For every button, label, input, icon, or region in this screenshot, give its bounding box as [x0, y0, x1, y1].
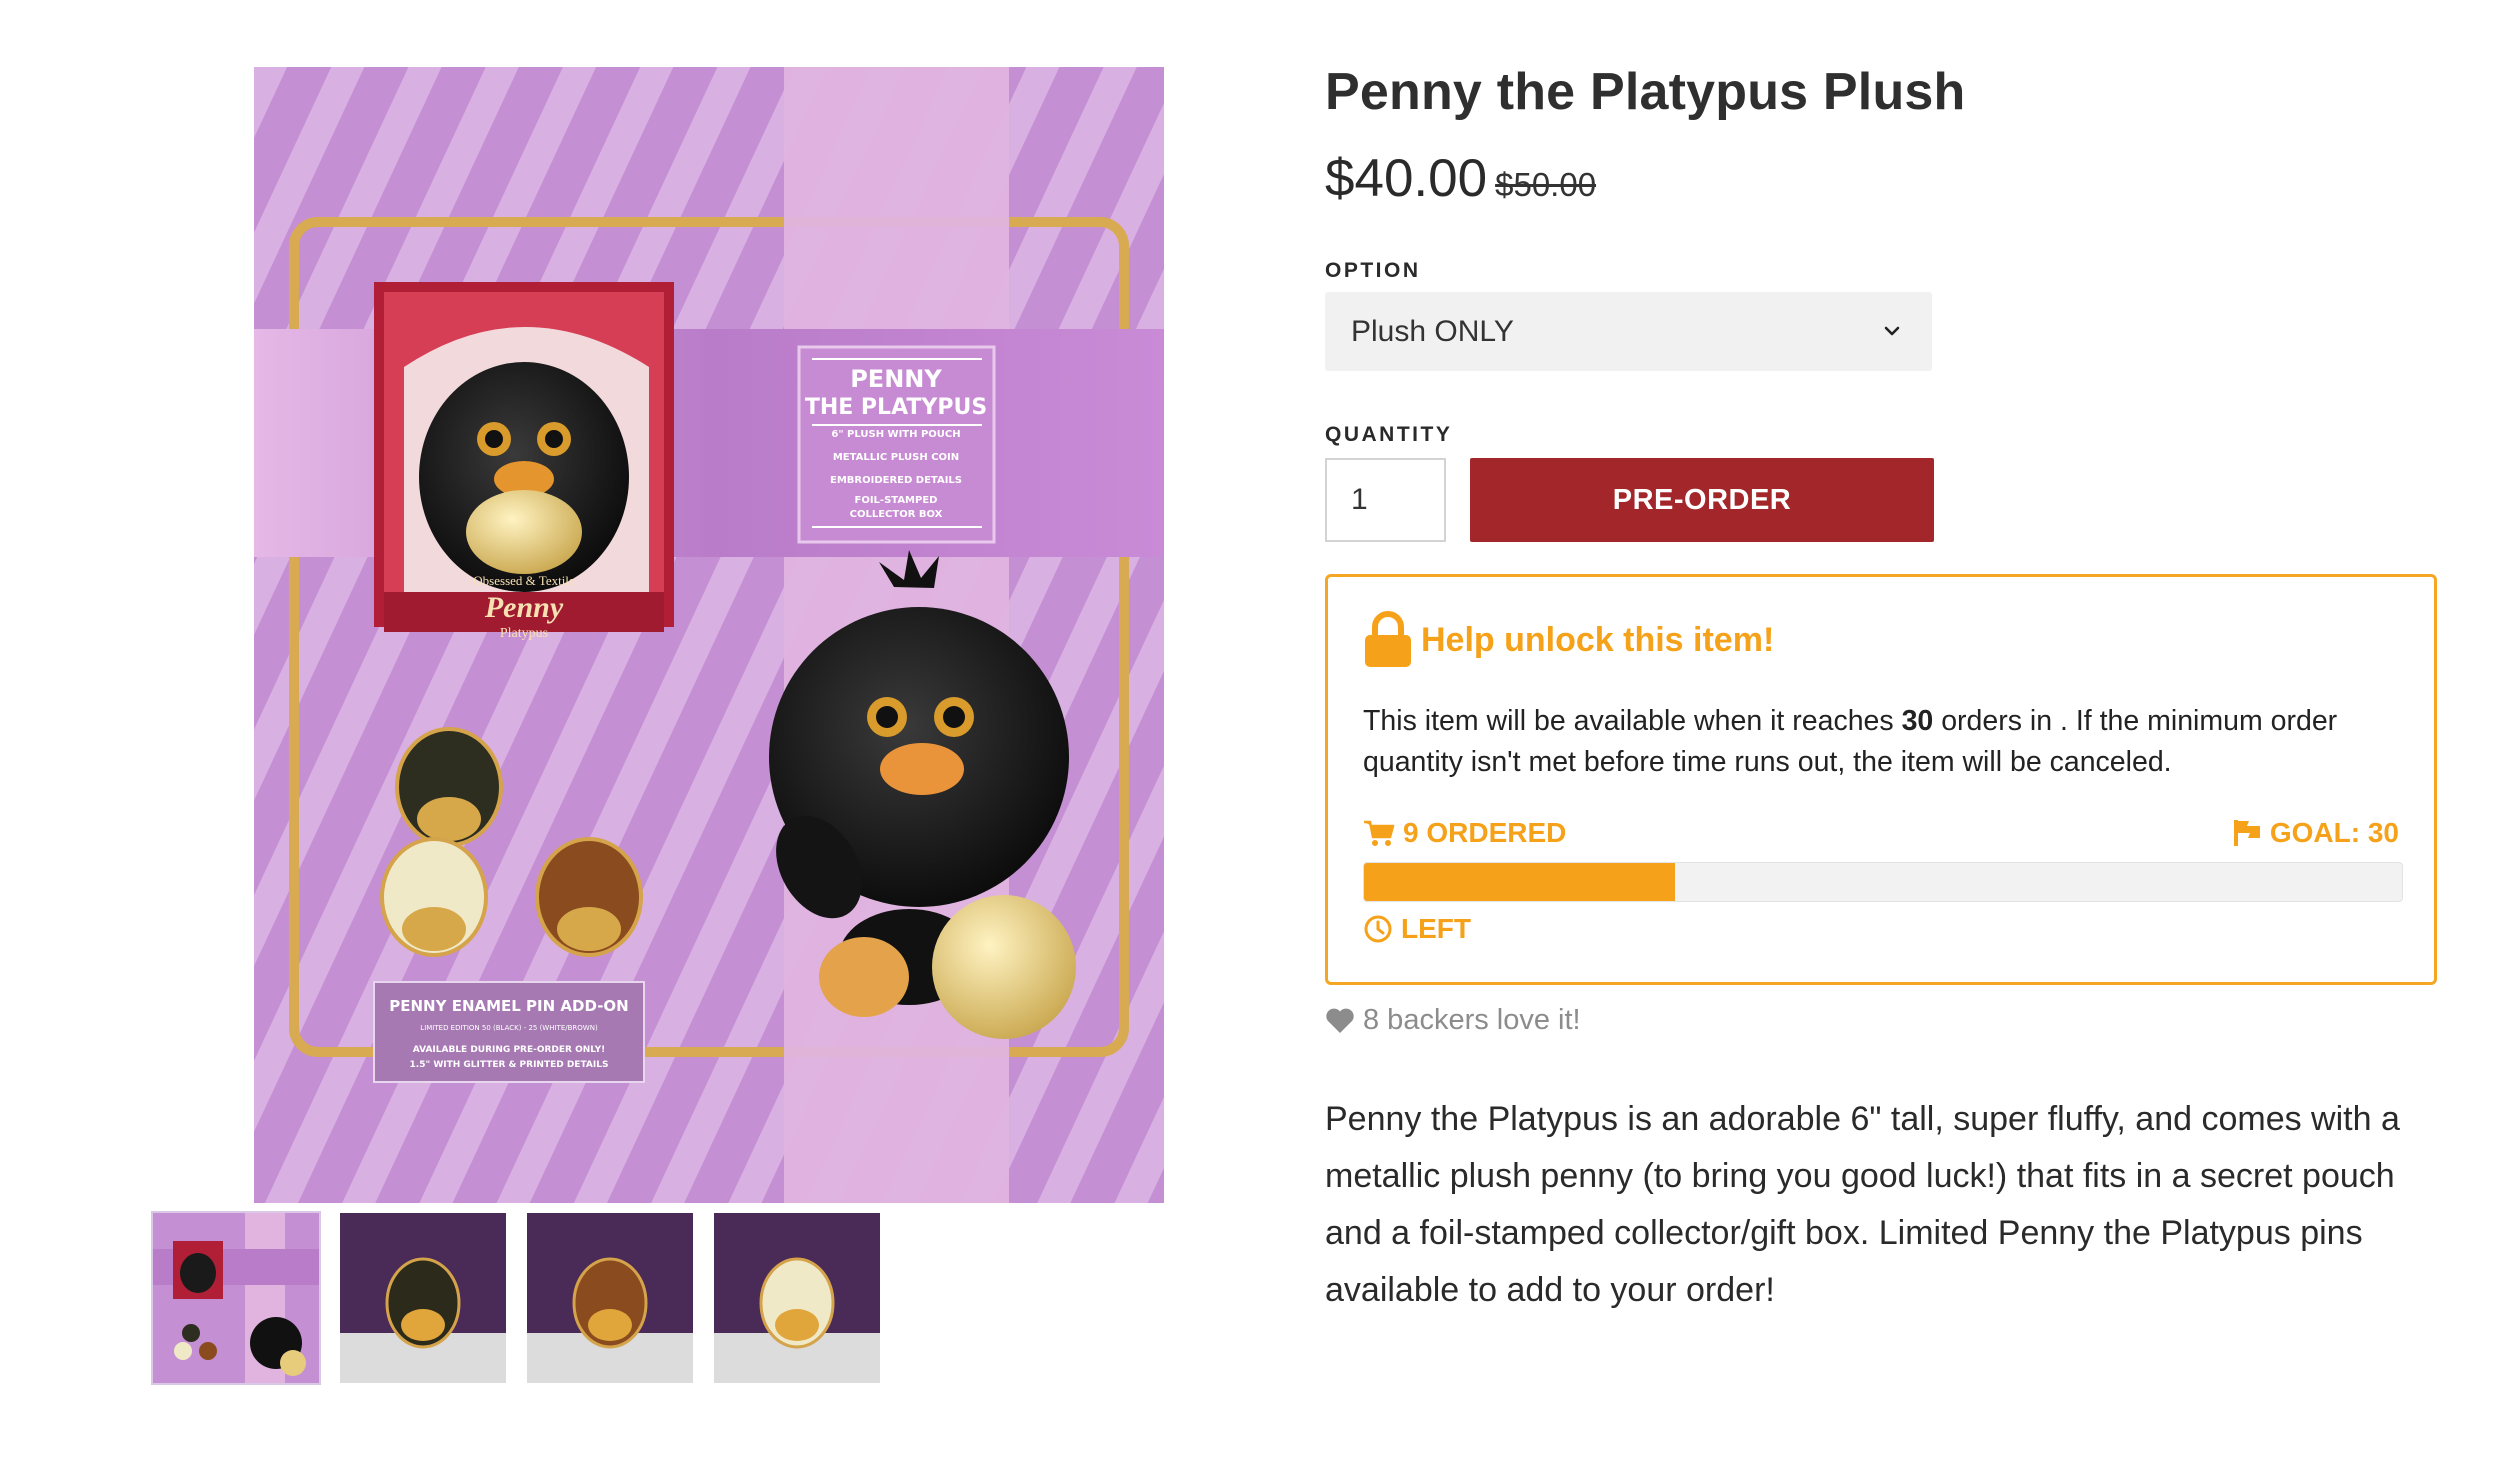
goal-label: GOAL: 30 — [2269, 817, 2399, 848]
quantity-input[interactable] — [1325, 458, 1446, 542]
chevron-down-icon — [1884, 326, 1900, 336]
left-label: LEFT — [1401, 913, 1471, 944]
unlock-progress-bar — [1363, 862, 2403, 902]
thumbnail-3-image — [527, 1213, 693, 1383]
svg-text:METALLIC PLUSH COIN: METALLIC PLUSH COIN — [833, 452, 959, 463]
svg-text:6" PLUSH WITH POUCH: 6" PLUSH WITH POUCH — [831, 429, 960, 440]
svg-text:1.5" WITH GLITTER & PRINTED DE: 1.5" WITH GLITTER & PRINTED DETAILS — [410, 1060, 609, 1070]
quantity-label: QUANTITY — [1325, 423, 1453, 446]
time-left: LEFT — [1363, 913, 1471, 945]
thumbnail-4-image — [714, 1213, 880, 1383]
svg-text:THE PLATYPUS: THE PLATYPUS — [805, 395, 987, 420]
svg-text:PENNY ENAMEL PIN ADD-ON: PENNY ENAMEL PIN ADD-ON — [389, 997, 628, 1015]
svg-text:PENNY: PENNY — [850, 365, 942, 393]
thumbnail-3[interactable] — [527, 1213, 693, 1383]
option-select[interactable]: Plush ONLY — [1325, 292, 1932, 371]
product-image-artwork: Obsessed & Textile Penny Platypus PENNY … — [254, 67, 1164, 1203]
svg-text:FOIL-STAMPED: FOIL-STAMPED — [855, 495, 938, 506]
main-product-image[interactable]: Obsessed & Textile Penny Platypus PENNY … — [254, 67, 1164, 1203]
unlock-title: Help unlock this item! — [1421, 620, 1775, 659]
unlock-text-before: This item will be available when it reac… — [1363, 705, 1902, 737]
price-block: $40.00 $50.00 — [1325, 148, 1596, 209]
svg-text:EMBROIDERED DETAILS: EMBROIDERED DETAILS — [830, 475, 962, 486]
preorder-button[interactable]: PRE-ORDER — [1470, 458, 1934, 542]
thumbnail-2-image — [340, 1213, 506, 1383]
unlock-progress-fill — [1364, 863, 1676, 901]
thumbnail-1[interactable] — [151, 1211, 321, 1385]
sale-price: $40.00 — [1325, 149, 1488, 208]
clock-icon — [1364, 915, 1392, 943]
product-title: Penny the Platypus Plush — [1325, 63, 1966, 121]
flag-icon — [2233, 820, 2260, 846]
cart-icon — [1364, 820, 1395, 846]
ordered-count: 9 ORDERED — [1363, 817, 1566, 849]
svg-text:Obsessed & Textile: Obsessed & Textile — [473, 573, 575, 588]
thumbnail-2[interactable] — [340, 1213, 506, 1383]
unlock-campaign-box: Help unlock this item! This item will be… — [1325, 574, 2437, 985]
product-description: Penny the Platypus is an adorable 6" tal… — [1325, 1100, 2400, 1309]
thumbnail-1-image — [153, 1213, 319, 1383]
thumbnail-4[interactable] — [714, 1213, 880, 1383]
option-label: OPTION — [1325, 259, 1421, 282]
thumbnail-strip — [151, 1211, 880, 1385]
unlock-header: Help unlock this item! — [1363, 611, 1774, 669]
backers-text: 8 backers love it! — [1363, 1004, 1581, 1036]
ordered-label: 9 ORDERED — [1403, 817, 1567, 848]
svg-text:AVAILABLE DURING PRE-ORDER ONL: AVAILABLE DURING PRE-ORDER ONLY! — [413, 1045, 606, 1055]
svg-text:LIMITED EDITION 50 (BLACK) - 2: LIMITED EDITION 50 (BLACK) - 25 (WHITE/B… — [420, 1024, 598, 1032]
svg-text:Platypus: Platypus — [500, 626, 548, 641]
unlock-description: This item will be available when it reac… — [1363, 701, 2403, 783]
option-selected-value: Plush ONLY — [1351, 314, 1514, 348]
compare-price: $50.00 — [1495, 166, 1597, 203]
lock-icon — [1365, 611, 1411, 667]
unlock-goal-number: 30 — [1901, 705, 1934, 737]
heart-icon — [1326, 1008, 1354, 1033]
svg-text:COLLECTOR BOX: COLLECTOR BOX — [850, 509, 943, 520]
svg-text:Penny: Penny — [484, 591, 564, 624]
goal-count: GOAL: 30 — [2232, 817, 2399, 849]
backers-count: 8 backers love it! — [1325, 1004, 1581, 1037]
